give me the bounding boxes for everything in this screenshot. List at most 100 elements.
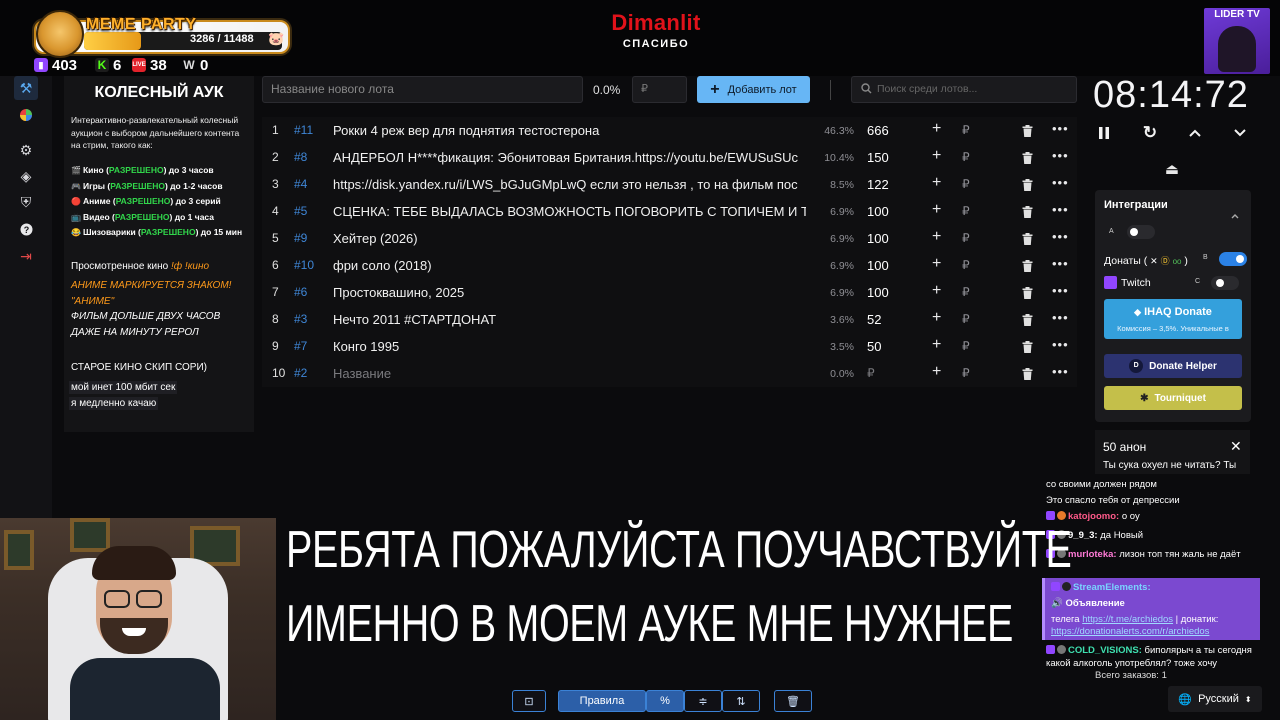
gear-icon[interactable]: ⚙ [14,138,38,162]
lot-row[interactable]: 9 #7 Конго 1995 3.5% 50 + ₽ ••• [262,333,1077,360]
more-icon[interactable]: ••• [1052,175,1069,190]
lot-name-input[interactable]: фри соло (2018) [333,258,806,273]
chevron-down-icon[interactable] [1229,122,1251,144]
trash-icon[interactable] [1022,287,1033,299]
more-icon[interactable]: ••• [1052,256,1069,271]
ruble-icon[interactable]: ₽ [962,150,970,164]
ruble-icon[interactable]: ₽ [962,204,970,218]
reset-icon[interactable]: ↻ [1139,122,1161,144]
trash-icon[interactable] [1022,125,1033,137]
sort-icon[interactable]: ⇅ [722,690,760,712]
lot-row[interactable]: 10 #2 Название 0.0% ₽ + ₽ ••• [262,360,1077,387]
lot-amount-input[interactable]: ₽ [867,366,875,380]
lot-search-input[interactable]: Поиск среди лотов... [851,76,1077,103]
more-icon[interactable]: ••• [1052,148,1069,163]
plus-icon[interactable]: + [932,201,941,219]
plus-icon[interactable]: + [932,147,941,165]
plus-icon[interactable]: + [932,255,941,273]
lot-name-input[interactable]: Простоквашино, 2025 [333,285,806,300]
lot-amount-input[interactable]: 100 [867,231,889,246]
lot-amount-input[interactable]: 52 [867,312,881,327]
lot-row[interactable]: 6 #10 фри соло (2018) 6.9% 100 + ₽ ••• [262,252,1077,279]
chevron-up-icon[interactable] [1231,212,1239,221]
more-icon[interactable]: ••• [1052,337,1069,352]
help-icon[interactable]: ? [14,217,38,241]
plus-icon[interactable]: + [932,120,941,138]
trash-icon[interactable] [1022,206,1033,218]
language-select[interactable]: 🌐 Русский ⬍ [1168,686,1262,712]
plus-icon[interactable]: + [932,336,941,354]
lot-amount-input[interactable]: 100 [867,285,889,300]
pause-icon[interactable] [1093,122,1115,144]
ruble-icon[interactable]: ₽ [962,285,970,299]
wheel-icon[interactable] [14,103,38,127]
lot-amount-input[interactable]: 122 [867,177,889,192]
lot-amount-input[interactable]: 100 [867,258,889,273]
gavel-icon[interactable]: ⚒ [14,76,38,100]
lot-row[interactable]: 8 #3 Нечто 2011 #СТАРТДОНАТ 3.6% 52 + ₽ ••• [262,306,1077,333]
ruble-icon[interactable]: ₽ [962,312,970,326]
lot-amount-input[interactable]: 50 [867,339,881,354]
trash-icon[interactable] [1022,341,1033,353]
lot-name-input[interactable]: Хейтер (2026) [333,231,806,246]
shield-icon[interactable]: ⛨ [14,190,38,214]
lot-name-input[interactable]: Конго 1995 [333,339,806,354]
more-icon[interactable]: ••• [1052,229,1069,244]
lot-row[interactable]: 1 #11 Рокки 4 реж вер для поднятия тестост… [262,117,1077,144]
lot-amount-input[interactable]: 100 [867,204,889,219]
ruble-icon[interactable]: ₽ [962,123,970,137]
trash-icon[interactable] [1022,260,1033,272]
ruble-icon[interactable]: ₽ [962,231,970,245]
trash-icon[interactable] [1022,314,1033,326]
lot-name-input[interactable]: СЦЕНКА: ТЕБЕ ВЫДАЛАСЬ ВОЗМОЖНОСТЬ ПОГОВО… [333,204,806,219]
ruble-icon[interactable]: ₽ [962,177,970,191]
ruble-icon[interactable]: ₽ [962,339,970,353]
lot-name-input[interactable]: Рокки 4 реж вер для поднятия тестостерон… [333,123,806,138]
more-icon[interactable]: ••• [1052,364,1069,379]
lot-row[interactable]: 7 #6 Простоквашино, 2025 6.9% 100 + ₽ ••• [262,279,1077,306]
lot-amount-input[interactable]: 150 [867,150,889,165]
lot-amount-input[interactable]: 666 [867,123,889,138]
donations-toggle[interactable] [1219,252,1247,266]
tourniquet-button[interactable]: ✱ Tourniquet [1104,386,1242,410]
lot-row[interactable]: 4 #5 СЦЕНКА: ТЕБЕ ВЫДАЛАСЬ ВОЗМОЖНОСТЬ ПОГ… [262,198,1077,225]
new-lot-amount-input[interactable]: ₽ [632,76,687,103]
plus-icon[interactable]: + [932,363,941,381]
logout-icon[interactable]: ⇥ [14,244,38,268]
donate-helper-button[interactable]: D Donate Helper [1104,354,1242,378]
rules-button[interactable]: Правила [558,690,646,712]
close-icon[interactable]: ✕ [1230,438,1242,455]
clear-icon[interactable]: 🗑 [774,690,812,712]
ruble-icon[interactable]: ₽ [962,258,970,272]
trash-icon[interactable] [1022,368,1033,380]
lot-row[interactable]: 3 #4 https://disk.yandex.ru/i/LWS_bGJuGMpL… [262,171,1077,198]
plus-icon[interactable]: + [932,174,941,192]
eject-icon[interactable]: ⏏ [1160,160,1184,180]
more-icon[interactable]: ••• [1052,202,1069,217]
trash-icon[interactable] [1022,152,1033,164]
more-icon[interactable]: ••• [1052,283,1069,298]
lot-row[interactable]: 5 #9 Хейтер (2026) 6.9% 100 + ₽ ••• [262,225,1077,252]
twitch-toggle[interactable] [1211,276,1239,290]
trash-icon[interactable] [1022,179,1033,191]
more-icon[interactable]: ••• [1052,121,1069,136]
add-lot-button[interactable]: + Добавить лот [697,76,810,103]
layers-icon[interactable]: ◈ [14,164,38,188]
lot-name-input[interactable]: Название [333,366,806,381]
percent-button[interactable]: % [646,690,684,712]
align-icon[interactable]: ≑ [684,690,722,712]
lot-name-input[interactable]: https://disk.yandex.ru/i/LWS_bGJuGMpLwQ … [333,177,806,192]
trash-icon[interactable] [1022,233,1033,245]
plus-icon[interactable]: + [932,282,941,300]
lot-row[interactable]: 2 #8 АНДЕРБОЛ Н****фикация: Эбонитовая Бри… [262,144,1077,171]
ruble-icon[interactable]: ₽ [962,366,970,380]
lot-name-input[interactable]: АНДЕРБОЛ Н****фикация: Эбонитовая Британ… [333,150,806,165]
ihaq-donate-button[interactable]: ◆ IHAQ Donate Комиссия – 3,5%. Уникальны… [1104,299,1242,339]
new-lot-name-input[interactable]: Название нового лота [262,76,583,103]
auto-toggle[interactable] [1127,225,1155,239]
se-link[interactable]: https://donationalerts.com/r/archiedos [1051,625,1263,638]
wheel-mode-button[interactable]: ⊡ [512,690,546,712]
more-icon[interactable]: ••• [1052,310,1069,325]
plus-icon[interactable]: + [932,228,941,246]
plus-icon[interactable]: + [932,309,941,327]
